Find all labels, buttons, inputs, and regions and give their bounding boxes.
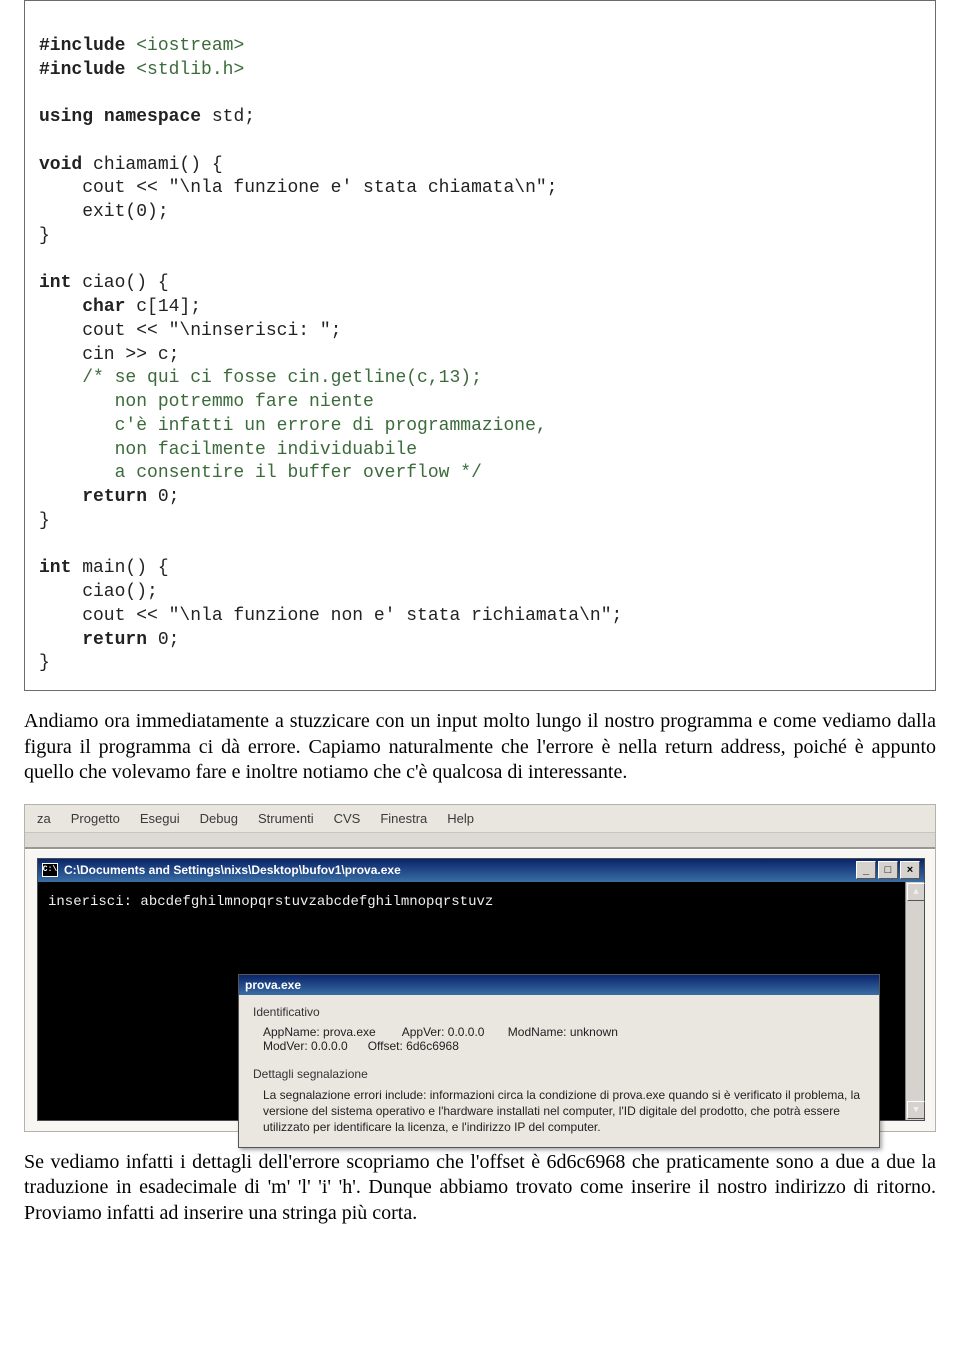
scroll-down-icon[interactable]: ▼ — [907, 1101, 925, 1119]
code-line: /* se qui ci fosse cin.getline(c,13); — [39, 368, 482, 388]
menu-item-progetto[interactable]: Progetto — [67, 809, 124, 828]
code-line: a consentire il buffer overflow */ — [39, 463, 482, 483]
paragraph-conclusion: Se vediamo infatti i dettagli dell'error… — [24, 1150, 936, 1227]
menu-item-strumenti[interactable]: Strumenti — [254, 809, 318, 828]
toolbar-strip — [25, 833, 935, 849]
code-line: c'è infatti un errore di programmazione, — [39, 416, 547, 436]
menu-bar: za Progetto Esegui Debug Strumenti CVS F… — [25, 805, 935, 833]
code-line: char c[14]; — [39, 297, 201, 317]
dialog-details-text: La segnalazione errori include: informaz… — [263, 1087, 865, 1136]
code-line: } — [39, 226, 50, 246]
console-title: C:\Documents and Settings\nixs\Desktop\b… — [64, 863, 401, 877]
dialog-body: Identificativo AppName: prova.exe AppVer… — [239, 995, 879, 1148]
menu-item-debug[interactable]: Debug — [196, 809, 242, 828]
menu-item-za[interactable]: za — [33, 809, 55, 828]
code-line: non potremmo fare niente — [39, 392, 374, 412]
paragraph-intro: Andiamo ora immediatamente a stuzzicare … — [24, 709, 936, 786]
menu-item-esegui[interactable]: Esegui — [136, 809, 184, 828]
scroll-up-icon[interactable]: ▲ — [907, 883, 925, 901]
dialog-id-row: ModVer: 0.0.0.0 Offset: 6d6c6968 — [263, 1039, 865, 1053]
code-line: return 0; — [39, 487, 179, 507]
menu-item-help[interactable]: Help — [443, 809, 478, 828]
menu-item-finestra[interactable]: Finestra — [376, 809, 431, 828]
ide-screenshot: za Progetto Esegui Debug Strumenti CVS F… — [24, 804, 936, 1132]
console-area: C:\ C:\Documents and Settings\nixs\Deskt… — [25, 849, 935, 1131]
console-scrollbar[interactable]: ▲ ▼ — [905, 882, 924, 1120]
code-line: exit(0); — [39, 202, 169, 222]
code-line: } — [39, 653, 50, 673]
code-line: return 0; — [39, 630, 179, 650]
console-titlebar[interactable]: C:\ C:\Documents and Settings\nixs\Deskt… — [38, 859, 924, 882]
code-line: cout << "\nla funzione non e' stata rich… — [39, 606, 622, 626]
menu-item-cvs[interactable]: CVS — [330, 809, 365, 828]
code-line: int main() { — [39, 558, 169, 578]
maximize-button[interactable]: □ — [878, 861, 898, 879]
console-window: C:\ C:\Documents and Settings\nixs\Deskt… — [37, 858, 925, 1121]
dialog-section-identificativo: Identificativo — [253, 1005, 865, 1019]
cmd-icon: C:\ — [42, 863, 58, 877]
console-output-line: inserisci: abcdefghilmnopqrstuvzabcdefgh… — [48, 894, 918, 910]
code-line: } — [39, 511, 50, 531]
dialog-section-dettagli: Dettagli segnalazione — [253, 1067, 865, 1081]
dialog-id-row: AppName: prova.exe AppVer: 0.0.0.0 ModNa… — [263, 1025, 865, 1039]
close-button[interactable]: × — [900, 861, 920, 879]
code-line: cin >> c; — [39, 345, 179, 365]
error-dialog: prova.exe Identificativo AppName: prova.… — [238, 974, 880, 1149]
code-line: non facilmente individuabile — [39, 440, 417, 460]
code-line: #include <iostream> — [39, 36, 244, 56]
code-line: int ciao() { — [39, 273, 169, 293]
console-body: inserisci: abcdefghilmnopqrstuvzabcdefgh… — [38, 882, 924, 1120]
code-line: void chiamami() { — [39, 155, 223, 175]
code-line: cout << "\nla funzione e' stata chiamata… — [39, 178, 557, 198]
code-line: using namespace std; — [39, 107, 255, 127]
code-line: #include <stdlib.h> — [39, 60, 244, 80]
code-line: cout << "\ninserisci: "; — [39, 321, 341, 341]
minimize-button[interactable]: _ — [856, 861, 876, 879]
dialog-titlebar[interactable]: prova.exe — [239, 975, 879, 995]
code-listing: #include <iostream> #include <stdlib.h> … — [24, 0, 936, 691]
code-line: ciao(); — [39, 582, 158, 602]
